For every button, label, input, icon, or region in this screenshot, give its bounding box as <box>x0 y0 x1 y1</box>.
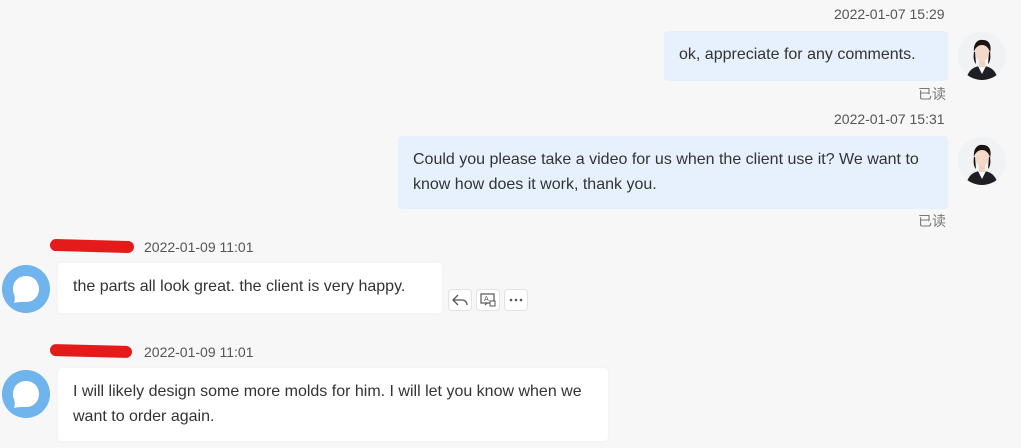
chat-window: 2022-01-07 15:29 ok, appreciate for any … <box>0 0 1021 448</box>
more-icon <box>509 298 523 302</box>
message-timestamp: 2022-01-07 15:29 <box>834 6 945 22</box>
contact-avatar[interactable] <box>2 265 50 313</box>
read-status: 已读 <box>918 214 946 230</box>
chat-bubble-logo-icon <box>2 265 50 313</box>
message-bubble-incoming[interactable]: the parts all look great. the client is … <box>58 263 442 313</box>
message-timestamp: 2022-01-07 15:31 <box>834 111 945 127</box>
user-portrait-icon <box>958 32 1006 80</box>
message-timestamp: 2022-01-09 11:01 <box>144 344 254 360</box>
redacted-sender-name <box>49 343 133 359</box>
contact-avatar[interactable] <box>2 370 50 418</box>
reply-button[interactable] <box>448 289 472 311</box>
svg-text:A: A <box>484 295 489 303</box>
reply-icon <box>452 294 468 306</box>
message-timestamp: 2022-01-09 11:01 <box>144 239 254 255</box>
redacted-sender-name <box>49 238 135 254</box>
my-avatar[interactable] <box>958 32 1006 80</box>
my-avatar[interactable] <box>958 137 1006 185</box>
message-bubble-outgoing[interactable]: ok, appreciate for any comments. <box>664 31 948 81</box>
user-portrait-icon <box>958 137 1006 185</box>
message-bubble-incoming[interactable]: I will likely design some more molds for… <box>58 368 608 441</box>
chat-bubble-logo-icon <box>2 370 50 418</box>
read-status: 已读 <box>918 87 946 103</box>
translate-icon: A <box>480 293 496 307</box>
more-button[interactable] <box>504 289 528 311</box>
message-bubble-outgoing[interactable]: Could you please take a video for us whe… <box>398 136 948 209</box>
message-actions: A <box>448 289 528 311</box>
translate-button[interactable]: A <box>476 289 500 311</box>
